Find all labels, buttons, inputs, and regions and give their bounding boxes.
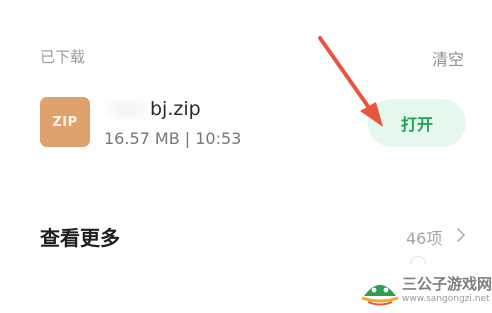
download-item[interactable]: ZIP bj.zip 16.57 MB | 10:53 打开 [0,90,492,162]
watermark-title: 三公子游戏网 [402,275,492,293]
item-count: 46项 [406,229,443,248]
open-button-label: 打开 [400,115,433,134]
file-size-time: 16.57 MB | 10:53 [104,129,242,148]
watermark-url: www.sangongzi.net [402,294,490,304]
downloaded-section-label: 已下载 [40,48,86,66]
view-more-label: 查看更多 [40,226,120,250]
watermark: 三公子游戏网 www.sangongzi.net [360,268,492,313]
view-more-row[interactable]: 查看更多 46项 [0,218,492,254]
zip-file-icon: ZIP [40,97,90,147]
zip-icon-label: ZIP [52,114,78,130]
file-name-wrap: bj.zip [104,98,264,122]
clear-all-link[interactable]: 清空 [432,46,464,70]
faint-partial-glyph [410,256,426,264]
chevron-right-icon [457,228,465,242]
file-name: bj.zip [150,98,201,120]
file-name-redaction [104,101,148,118]
watermark-logo-icon [361,285,399,306]
open-button[interactable]: 打开 [368,99,466,147]
